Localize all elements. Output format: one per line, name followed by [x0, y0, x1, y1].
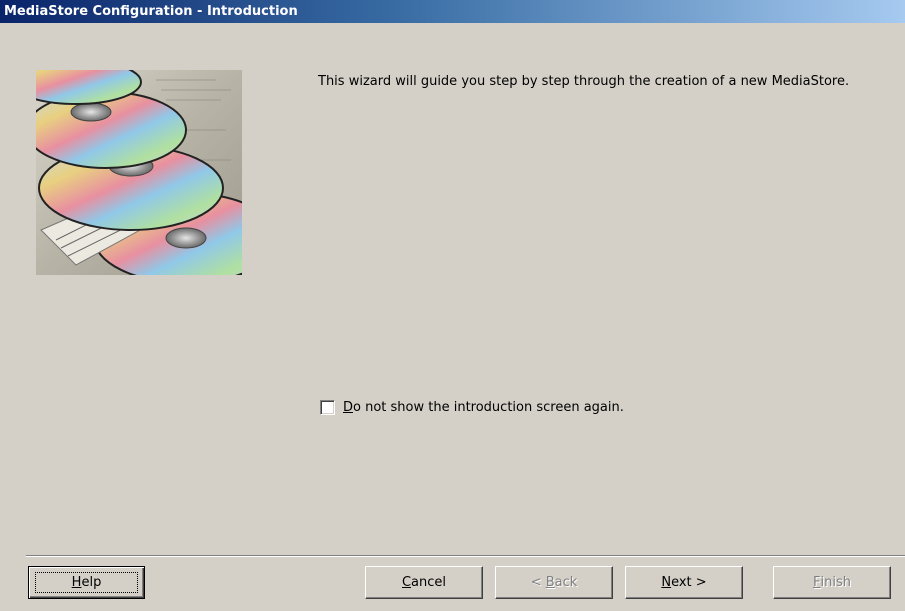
next-label-rest: ext >: [671, 575, 707, 590]
intro-text: This wizard will guide you step by step …: [318, 74, 850, 89]
back-mnemonic: B: [545, 575, 555, 590]
cancel-mnemonic: C: [401, 575, 412, 590]
help-label-rest: elp: [81, 575, 102, 590]
help-button[interactable]: Help: [28, 566, 145, 599]
cd-discs-image: [36, 70, 242, 275]
back-prefix: <: [530, 575, 546, 590]
help-mnemonic: H: [71, 575, 82, 590]
next-button[interactable]: Next >: [625, 566, 743, 599]
cancel-button[interactable]: Cancel: [365, 566, 483, 599]
footer-separator: [26, 555, 905, 557]
next-mnemonic: N: [661, 575, 672, 590]
back-button[interactable]: < Back: [495, 566, 613, 599]
finish-mnemonic: F: [813, 575, 821, 590]
title-bar: MediaStore Configuration - Introduction: [0, 0, 905, 23]
dont-show-again-checkbox[interactable]: [320, 400, 335, 415]
finish-button[interactable]: Finish: [773, 566, 891, 599]
dont-show-again-label[interactable]: Do not show the introduction screen agai…: [343, 400, 624, 415]
back-label-rest: ack: [554, 575, 578, 590]
finish-label-rest: inish: [820, 575, 851, 590]
label-rest: o not show the introduction screen again…: [353, 400, 624, 415]
window-title: MediaStore Configuration - Introduction: [4, 4, 298, 19]
focus-ring: Help: [34, 572, 139, 593]
cancel-label-rest: ancel: [411, 575, 447, 590]
dont-show-again-option[interactable]: Do not show the introduction screen agai…: [320, 400, 624, 415]
label-mnemonic: D: [343, 400, 354, 415]
